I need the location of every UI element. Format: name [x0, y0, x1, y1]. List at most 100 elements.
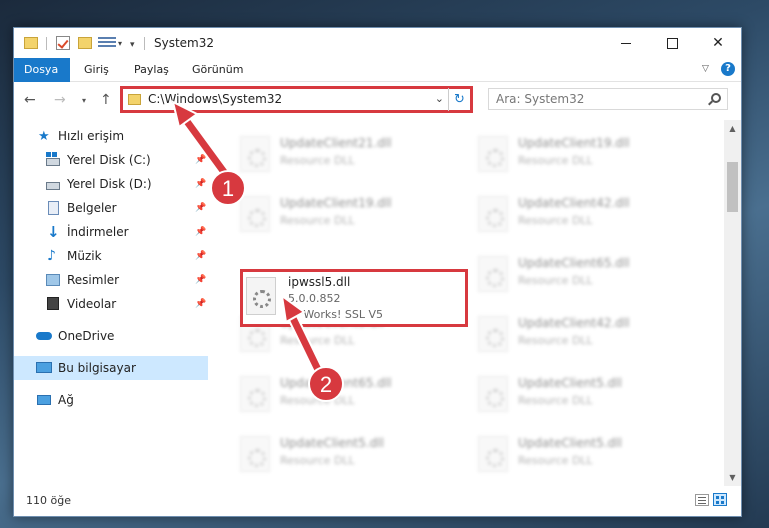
music-icon: ♪ [47, 248, 56, 264]
file-description: Resource DLL [280, 214, 355, 227]
chevron-down-icon[interactable]: ⌄ [435, 92, 444, 105]
pin-icon[interactable]: 📌 [195, 203, 206, 213]
sidebar-item-label: Yerel Disk (C:) [67, 153, 151, 167]
recent-locations-icon[interactable]: ▾ [82, 96, 86, 105]
file-description: Resource DLL [280, 334, 355, 347]
close-button[interactable]: ✕ [695, 28, 741, 58]
expand-ribbon-icon[interactable]: ▽ [702, 64, 709, 74]
documents-icon [48, 201, 59, 215]
rename-icon[interactable] [98, 37, 116, 49]
list-item[interactable]: UpdateClient5.dll Resource DLL [470, 368, 700, 420]
list-item[interactable]: UpdateClient42.dll Resource DLL [470, 188, 700, 240]
scroll-up-icon[interactable]: ▲ [724, 120, 741, 137]
file-description: Resource DLL [518, 274, 593, 287]
file-name: UpdateClient42.dll [518, 316, 630, 330]
pin-icon[interactable]: 📌 [195, 179, 206, 189]
dll-file-icon [246, 277, 276, 315]
file-description: IP*Works! SSL V5 [288, 308, 383, 321]
dll-file-icon [478, 136, 508, 172]
explorer-window: ▾ ▾ System32 ✕ Dosya Giriş Paylaş Görünü… [13, 27, 742, 517]
refresh-icon[interactable]: ↻ [448, 88, 470, 111]
dll-file-icon [478, 376, 508, 412]
file-name: UpdateClient42.dll [518, 196, 630, 210]
list-item[interactable]: UpdateClient19.dll Resource DLL [470, 128, 700, 180]
this-pc-icon [36, 362, 52, 373]
file-name: UpdateClient5.dll [518, 436, 622, 450]
pin-icon[interactable]: 📌 [195, 275, 206, 285]
list-item[interactable]: UpdateClient19.dll Resource DLL [232, 188, 462, 240]
pin-icon[interactable]: 📌 [195, 155, 206, 165]
list-item[interactable]: UpdateClient42.dll Resource DLL [470, 308, 700, 360]
search-box[interactable]: Ara: System32 [488, 88, 728, 110]
sidebar-item-label: Bu bilgisayar [58, 361, 136, 375]
maximize-button[interactable] [649, 28, 695, 58]
separator [46, 37, 47, 50]
separator [144, 37, 145, 50]
search-input[interactable]: Ara: System32 [496, 92, 584, 106]
dll-file-icon [478, 436, 508, 472]
sidebar-item-label: Ağ [58, 393, 74, 407]
highlighted-file[interactable]: ipwssl5.dll 5.0.0.852 IP*Works! SSL V5 [240, 269, 468, 327]
file-description: Resource DLL [518, 454, 593, 467]
file-description: Resource DLL [518, 394, 593, 407]
sidebar-item-label: Videolar [67, 297, 117, 311]
onedrive-icon [36, 332, 52, 340]
folder-icon [24, 37, 38, 49]
folder-icon [128, 94, 141, 105]
new-folder-icon[interactable] [78, 37, 92, 49]
address-bar[interactable]: C:\Windows\System32 ⌄ ↻ [120, 86, 473, 113]
sidebar-item-onedrive[interactable]: OneDrive [14, 324, 208, 348]
pin-icon[interactable]: 📌 [195, 251, 206, 261]
dll-file-icon [240, 196, 270, 232]
list-item[interactable]: UpdateClient5.dll Resource DLL [470, 428, 700, 480]
pin-icon[interactable]: 📌 [195, 299, 206, 309]
list-item[interactable]: UpdateClient65.dll Resource DLL [232, 368, 462, 420]
sidebar-item-network[interactable]: Ağ [14, 388, 208, 412]
list-item[interactable]: UpdateClient65.dll Resource DLL [470, 248, 700, 300]
file-name: UpdateClient65.dll [280, 376, 392, 390]
drive-icon [46, 182, 60, 190]
sidebar-item-videos[interactable]: Videolar 📌 [14, 292, 208, 316]
file-name: UpdateClient5.dll [518, 376, 622, 390]
sidebar-item-documents[interactable]: Belgeler 📌 [14, 196, 208, 220]
pin-icon[interactable]: 📌 [195, 227, 206, 237]
vertical-scrollbar[interactable]: ▲ ▼ [724, 120, 741, 486]
large-icons-view-icon[interactable] [713, 493, 727, 506]
sidebar-item-downloads[interactable]: ↓ İndirmeler 📌 [14, 220, 208, 244]
sidebar-item-pictures[interactable]: Resimler 📌 [14, 268, 208, 292]
sidebar-item-drive-c[interactable]: Yerel Disk (C:) 📌 [14, 148, 208, 172]
sidebar-item-quick-access[interactable]: ★ Hızlı erişim [14, 124, 208, 148]
sidebar-item-label: Resimler [67, 273, 120, 287]
tab-view[interactable]: Görünüm [182, 58, 253, 82]
sidebar-item-music[interactable]: ♪ Müzik 📌 [14, 244, 208, 268]
dll-file-icon [478, 316, 508, 352]
properties-icon[interactable] [56, 36, 70, 50]
sidebar-item-drive-d[interactable]: Yerel Disk (D:) 📌 [14, 172, 208, 196]
address-path[interactable]: C:\Windows\System32 [148, 92, 282, 106]
sidebar-item-label: OneDrive [58, 329, 115, 343]
chevron-down-icon[interactable]: ▾ [118, 39, 122, 48]
list-item[interactable]: UpdateClient21.dll Resource DLL [232, 128, 462, 180]
customize-toolbar-icon[interactable]: ▾ [130, 40, 135, 50]
tab-home[interactable]: Giriş [74, 58, 119, 82]
sidebar-item-label: Müzik [67, 249, 102, 263]
drive-icon [46, 152, 60, 166]
tab-share[interactable]: Paylaş [124, 58, 179, 82]
list-item[interactable]: UpdateClient5.dll Resource DLL [232, 428, 462, 480]
scroll-down-icon[interactable]: ▼ [724, 469, 741, 486]
file-description: Resource DLL [280, 454, 355, 467]
details-view-icon[interactable] [695, 494, 709, 506]
up-arrow-icon[interactable]: ↑ [100, 92, 112, 108]
forward-arrow-icon[interactable]: → [54, 92, 66, 108]
minimize-button[interactable] [603, 28, 649, 58]
help-icon[interactable]: ? [721, 62, 735, 76]
sidebar-item-this-pc[interactable]: Bu bilgisayar [14, 356, 208, 380]
tab-file[interactable]: Dosya [14, 58, 70, 82]
file-version: 5.0.0.852 [288, 292, 341, 305]
scroll-thumb[interactable] [727, 162, 738, 212]
star-icon: ★ [38, 128, 50, 144]
search-icon[interactable] [711, 93, 721, 103]
back-arrow-icon[interactable]: ← [24, 92, 36, 108]
videos-icon [47, 297, 59, 310]
file-name: UpdateClient65.dll [518, 256, 630, 270]
